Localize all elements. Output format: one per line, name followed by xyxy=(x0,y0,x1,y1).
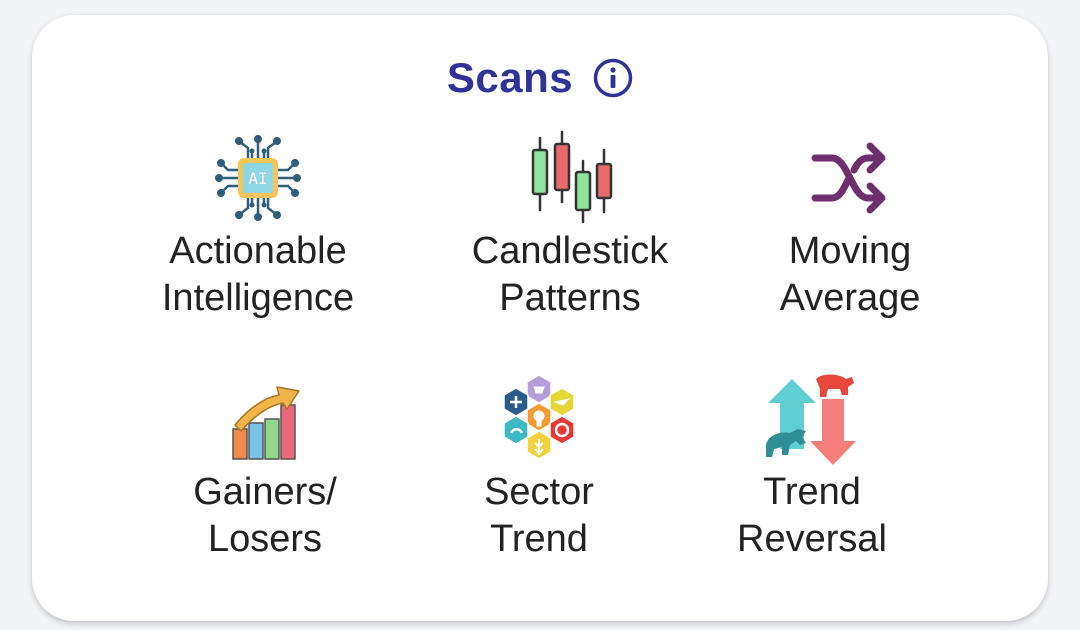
rising-bars-icon xyxy=(215,369,315,469)
tile-label-line1: Sector xyxy=(484,471,594,513)
tile-label: Sector Trend xyxy=(484,469,594,563)
tile-label: Moving Average xyxy=(780,228,921,322)
tile-label: Trend Reversal xyxy=(737,469,887,563)
tile-actionable-intelligence[interactable]: AI Actionable Intelligence xyxy=(153,128,363,322)
tile-candlestick-patterns[interactable]: Candlestick Patterns xyxy=(460,128,680,322)
shuffle-arrows-icon xyxy=(800,128,900,228)
tile-label: Actionable Intelligence xyxy=(162,228,354,322)
scans-header: Scans xyxy=(32,53,1048,103)
candlestick-icon xyxy=(520,128,620,228)
tile-label: Candlestick Patterns xyxy=(472,228,668,322)
tile-label-line2: Trend xyxy=(490,518,588,560)
tile-gainers-losers[interactable]: Gainers/ Losers xyxy=(165,369,365,563)
tile-label-line2: Reversal xyxy=(737,518,887,560)
info-icon[interactable] xyxy=(593,58,633,98)
tile-label-line2: Intelligence xyxy=(161,277,355,319)
scans-title: Scans xyxy=(446,54,574,101)
tile-label-line1: Moving xyxy=(788,230,912,272)
sector-hexagons-icon xyxy=(489,369,589,469)
tile-label-line2: Losers xyxy=(207,518,323,560)
tile-label-line2: Patterns xyxy=(499,277,641,319)
tile-label-line1: Gainers/ xyxy=(193,471,337,513)
tile-sector-trend[interactable]: Sector Trend xyxy=(439,369,639,563)
tile-label-line1: Trend xyxy=(763,471,861,513)
tile-trend-reversal[interactable]: Trend Reversal xyxy=(712,369,912,563)
tile-moving-average[interactable]: Moving Average xyxy=(750,128,950,322)
ai-chip-label: AI xyxy=(248,169,267,188)
tile-label: Gainers/ Losers xyxy=(193,469,337,563)
tile-label-line2: Average xyxy=(779,277,921,319)
bull-bear-icon xyxy=(762,369,862,469)
ai-chip-icon: AI xyxy=(208,128,308,228)
scans-card: Scans AI Actionable Intelligence Candles… xyxy=(32,15,1048,621)
tile-label-line1: Actionable xyxy=(169,230,347,272)
tile-label-line1: Candlestick xyxy=(471,230,669,272)
